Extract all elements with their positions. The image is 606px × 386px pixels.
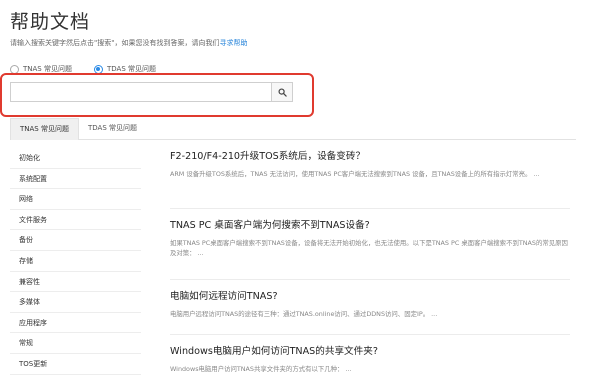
article-item: F2-210/F4-210升级TOS系统后，设备变砖？ ARM 设备升级TOS系…: [170, 150, 570, 209]
sidebar-item-applications[interactable]: 应用程序: [10, 313, 141, 334]
sidebar-item-tos-update[interactable]: TOS更新: [10, 354, 141, 375]
sidebar-item-multimedia[interactable]: 多媒体: [10, 292, 141, 313]
article-title-link[interactable]: F2-210/F4-210升级TOS系统后，设备变砖？: [170, 150, 570, 164]
sidebar-item-compatibility[interactable]: 兼容性: [10, 272, 141, 293]
sidebar-item-backup[interactable]: 备份: [10, 230, 141, 251]
sidebar-item-network[interactable]: 网络: [10, 189, 141, 210]
article-title-link[interactable]: Windows电脑用户如何访问TNAS的共享文件夹?: [170, 345, 570, 359]
seek-help-link[interactable]: 寻求帮助: [219, 39, 247, 47]
article-summary: 如果TNAS PC桌面客户端搜索不到TNAS设备，设备将无法开始初始化，也无法使…: [170, 239, 568, 257]
sidebar-item-init[interactable]: 初始化: [10, 148, 141, 169]
article-title-link[interactable]: 电脑如何远程访问TNAS?: [170, 290, 570, 304]
page-title: 帮助文档: [10, 11, 91, 33]
search-icon: [277, 87, 287, 97]
sidebar-item-storage[interactable]: 存储: [10, 251, 141, 272]
tab-tdas[interactable]: TDAS 常见问题: [79, 118, 146, 140]
category-sidebar: 初始化 系统配置 网络 文件服务 备份 存储 兼容性 多媒体 应用程序 常规 T…: [10, 148, 141, 375]
article-item: TNAS PC 桌面客户端为何搜索不到TNAS设备? 如果TNAS PC桌面客户…: [170, 219, 570, 280]
faq-tabs: TNAS 常见问题 TDAS 常见问题: [10, 118, 576, 140]
search-hint-text: 请输入搜索关键字然后点击"搜索"，如果您没有找到答案，请向我们: [10, 39, 220, 47]
article-summary: Windows电脑用户访问TNAS共享文件夹的方式有以下几种： ...: [170, 365, 352, 373]
article-item: Windows电脑用户如何访问TNAS的共享文件夹? Windows电脑用户访问…: [170, 345, 570, 386]
search-hint: 请输入搜索关键字然后点击"搜索"，如果您没有找到答案，请向我们寻求帮助: [10, 38, 247, 48]
article-title-link[interactable]: TNAS PC 桌面客户端为何搜索不到TNAS设备?: [170, 219, 570, 233]
article-list: F2-210/F4-210升级TOS系统后，设备变砖？ ARM 设备升级TOS系…: [170, 150, 570, 386]
sidebar-item-system-config[interactable]: 系统配置: [10, 169, 141, 190]
article-summary: ARM 设备升级TOS系统后，TNAS 无法访问，使用TNAS PC客户端无法搜…: [170, 170, 540, 178]
article-item: 电脑如何远程访问TNAS? 电脑用户远程访问TNAS的途径有三种：通过TNAS.…: [170, 290, 570, 335]
search-button[interactable]: [272, 82, 293, 102]
article-summary: 电脑用户远程访问TNAS的途径有三种：通过TNAS.online访问、通过DDN…: [170, 310, 438, 318]
sidebar-item-general[interactable]: 常规: [10, 333, 141, 354]
search-input[interactable]: [10, 82, 272, 102]
tab-tnas[interactable]: TNAS 常见问题: [10, 118, 79, 140]
sidebar-item-file-service[interactable]: 文件服务: [10, 210, 141, 231]
